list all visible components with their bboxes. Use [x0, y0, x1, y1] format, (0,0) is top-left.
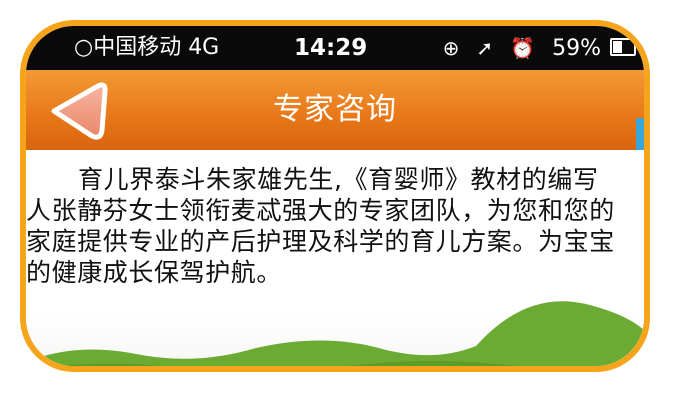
status-carrier: ○中国移动 4G — [74, 35, 220, 60]
battery-icon — [610, 38, 636, 56]
screenshot-stage: ○中国移动 4G 14:29 ⊕ ➚ ⏰ 59% 专家咨询 育儿界泰斗朱家雄先生… — [0, 0, 677, 408]
rotation-lock-icon: ⊕ — [442, 36, 460, 60]
page-title: 专家咨询 — [273, 92, 397, 127]
content-area: 育儿界泰斗朱家雄先生,《育婴师》教材的编写人张静芬女士领衔麦忒强大的专家团队，为… — [26, 150, 644, 366]
battery-percent: 59% — [552, 36, 601, 61]
alarm-icon: ⏰ — [510, 36, 536, 60]
intro-paragraph: 育儿界泰斗朱家雄先生,《育婴师》教材的编写人张静芬女士领衔麦忒强大的专家团队，为… — [26, 165, 615, 287]
navigation-bar: 专家咨询 — [26, 70, 644, 150]
status-indicators: ⊕ ➚ ⏰ 59% — [443, 26, 636, 71]
status-time: 14:29 — [294, 35, 368, 61]
battery-level-fill — [613, 41, 623, 53]
location-icon: ➚ — [476, 36, 494, 60]
status-bar: ○中国移动 4G 14:29 ⊕ ➚ ⏰ 59% — [26, 26, 644, 70]
phone-frame: ○中国移动 4G 14:29 ⊕ ➚ ⏰ 59% 专家咨询 育儿界泰斗朱家雄先生… — [20, 20, 650, 372]
green-hills-decoration — [26, 301, 644, 366]
